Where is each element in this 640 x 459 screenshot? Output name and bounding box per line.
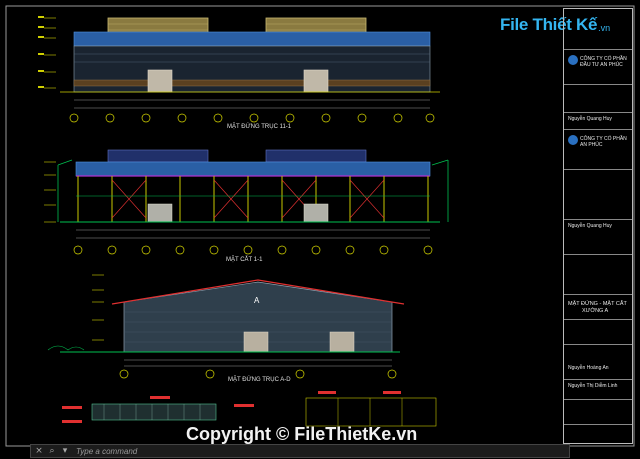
tb-divider [564, 129, 632, 130]
tb-divider [564, 319, 632, 320]
company-1-name-2: ĐẦU TƯ AN PHÚC [580, 62, 623, 68]
elevation-1 [38, 16, 440, 123]
tb-divider [564, 169, 632, 170]
person-4: Nguyễn Thị Diễm Linh [568, 383, 618, 389]
tb-divider [564, 112, 632, 113]
copyright-watermark: Copyright © FileThietKe.vn [186, 424, 418, 444]
elevation-2-title: MẶT ĐỨNG TRỤC A-D [228, 377, 291, 383]
title-block: CÔNG TY CỔ PHẦN ĐẦU TƯ AN PHÚC Nguyễn Qu… [563, 8, 633, 444]
company-logo-icon [568, 135, 578, 145]
tb-divider [564, 254, 632, 255]
drawing-name: MẶT ĐỨNG - MẶT CẮT [568, 301, 627, 307]
tb-divider [564, 49, 632, 50]
elevation-2 [47, 274, 405, 379]
tb-divider [564, 294, 632, 295]
elevation-1-title: MẶT ĐỨNG TRỤC 11-1 [227, 124, 292, 130]
person-3: Nguyễn Hoàng An [568, 365, 609, 371]
tb-divider [564, 424, 632, 425]
section-1 [44, 149, 449, 255]
person-1: Nguyễn Quang Huy [568, 116, 612, 122]
grid-marker-a: A [254, 296, 260, 305]
section-1-title: MẶT CẮT 1-1 [226, 257, 263, 263]
tb-divider [564, 84, 632, 85]
command-line[interactable]: × ⌕ ▾ Type a command [30, 444, 570, 458]
tb-divider [564, 399, 632, 400]
tb-divider [564, 219, 632, 220]
command-input[interactable]: Type a command [76, 447, 137, 456]
detail-drawings [62, 391, 437, 427]
tb-divider [564, 379, 632, 380]
company-logo-icon [568, 55, 578, 65]
search-icon[interactable]: ⌕ [47, 446, 57, 456]
company-2-name-2: AN PHÚC [580, 142, 603, 148]
close-icon[interactable]: × [34, 446, 44, 456]
cad-drawing-canvas[interactable] [0, 0, 640, 459]
chevron-down-icon[interactable]: ▾ [60, 446, 70, 456]
tb-divider [564, 344, 632, 345]
person-2: Nguyễn Quang Huy [568, 223, 612, 229]
drawing-name-2: XƯỞNG A [582, 308, 609, 314]
